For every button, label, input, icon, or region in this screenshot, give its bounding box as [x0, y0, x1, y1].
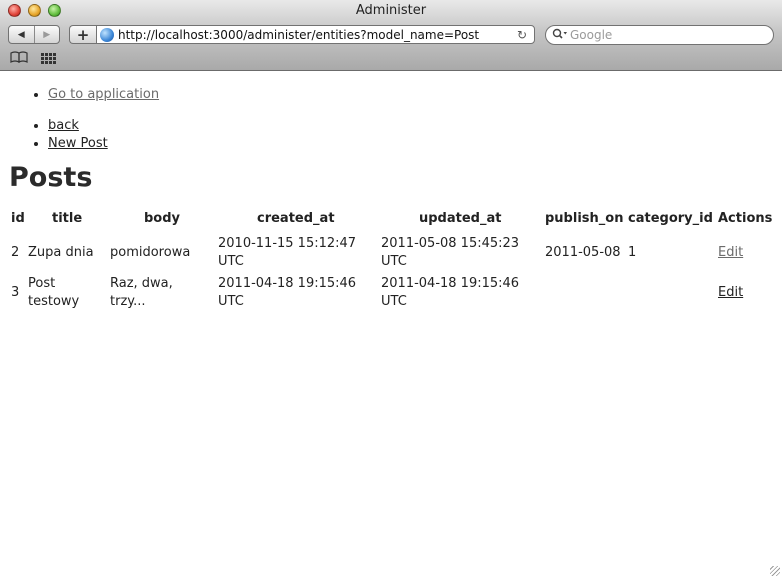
column-header-body: body [144, 211, 181, 226]
app-nav-list: Go to application [0, 86, 159, 104]
list-item: back [48, 117, 108, 135]
cell-title-line: testowy [28, 294, 80, 309]
forward-arrow-icon: ▶ [43, 29, 51, 40]
column-header-created-at: created_at [257, 211, 335, 226]
cell-created-at-line: UTC [218, 254, 244, 269]
cell-body: Raz, dwa, trzy... [110, 275, 173, 311]
address-bar[interactable]: http://localhost:3000/administer/entitie… [96, 25, 535, 44]
cell-body-line: Raz, dwa, [110, 276, 173, 291]
cell-category-id: 1 [628, 245, 637, 260]
column-header-updated-at: updated_at [419, 211, 502, 226]
cell-updated-at-line: UTC [381, 294, 407, 309]
cell-updated-at: 2011-04-18 19:15:46 UTC [381, 275, 519, 311]
reload-icon[interactable]: ↻ [514, 28, 530, 42]
page-title: Posts [9, 162, 93, 193]
history-nav: ◀ ▶ [8, 25, 60, 44]
cell-created-at-line: UTC [218, 294, 244, 309]
cell-updated-at-line: UTC [381, 254, 407, 269]
cell-body-line: trzy... [110, 294, 146, 309]
add-bookmark-button[interactable]: + [69, 25, 96, 44]
cell-updated-at-line: 2011-04-18 19:15:46 [381, 276, 520, 291]
plus-icon: + [76, 25, 90, 44]
edit-post-link[interactable]: Edit [718, 284, 743, 302]
forward-button[interactable]: ▶ [33, 26, 60, 43]
top-sites-grid-icon[interactable] [41, 53, 56, 64]
edit-link-text[interactable]: Edit [718, 245, 743, 260]
cell-title: Zupa dnia [28, 245, 94, 260]
back-arrow-icon: ◀ [17, 29, 25, 40]
column-header-actions: Actions [718, 211, 773, 226]
cell-body: pomidorowa [110, 245, 191, 260]
browser-toolbar: Administer ◀ ▶ + http://localhost:3000/a… [0, 0, 782, 71]
page-content: Go to application back New Post Posts id… [0, 71, 782, 578]
bookmarks-book-icon[interactable] [10, 51, 28, 67]
action-nav-list: back New Post [0, 117, 108, 153]
cell-created-at-line: 2010-11-15 15:12:47 [218, 236, 357, 251]
browser-window: Administer ◀ ▶ + http://localhost:3000/a… [0, 0, 782, 578]
cell-id: 3 [11, 285, 20, 300]
cell-created-at: 2011-04-18 19:15:46 UTC [218, 275, 356, 311]
column-header-publish-on: publish_on [545, 211, 624, 226]
cell-created-at-line: 2011-04-18 19:15:46 [218, 276, 357, 291]
back-link[interactable]: back [48, 118, 79, 133]
cell-title: Post testowy [28, 275, 79, 311]
cell-updated-at: 2011-05-08 15:45:23 UTC [381, 235, 519, 271]
column-header-id: id [11, 211, 25, 226]
column-header-title: title [52, 211, 83, 226]
cell-created-at: 2010-11-15 15:12:47 UTC [218, 235, 356, 271]
list-item: Go to application [48, 86, 159, 104]
cell-id: 2 [11, 245, 20, 260]
new-post-link[interactable]: New Post [48, 136, 108, 151]
search-placeholder: Google [570, 28, 613, 42]
cell-updated-at-line: 2011-05-08 15:45:23 [381, 236, 520, 251]
edit-link-text[interactable]: Edit [718, 285, 743, 300]
url-text[interactable]: http://localhost:3000/administer/entitie… [118, 28, 514, 42]
search-field[interactable]: Google [545, 25, 774, 45]
edit-post-link[interactable]: Edit [718, 244, 743, 262]
search-icon [552, 28, 570, 43]
go-to-application-link[interactable]: Go to application [48, 87, 159, 102]
cell-title-line: Post [28, 276, 56, 291]
window-title: Administer [355, 3, 427, 18]
column-header-category-id: category_id [628, 211, 713, 226]
globe-icon [100, 27, 114, 42]
back-button[interactable]: ◀ [9, 26, 34, 43]
resize-grip[interactable] [770, 566, 780, 576]
cell-publish-on: 2011-05-08 [545, 245, 621, 260]
list-item: New Post [48, 135, 108, 153]
